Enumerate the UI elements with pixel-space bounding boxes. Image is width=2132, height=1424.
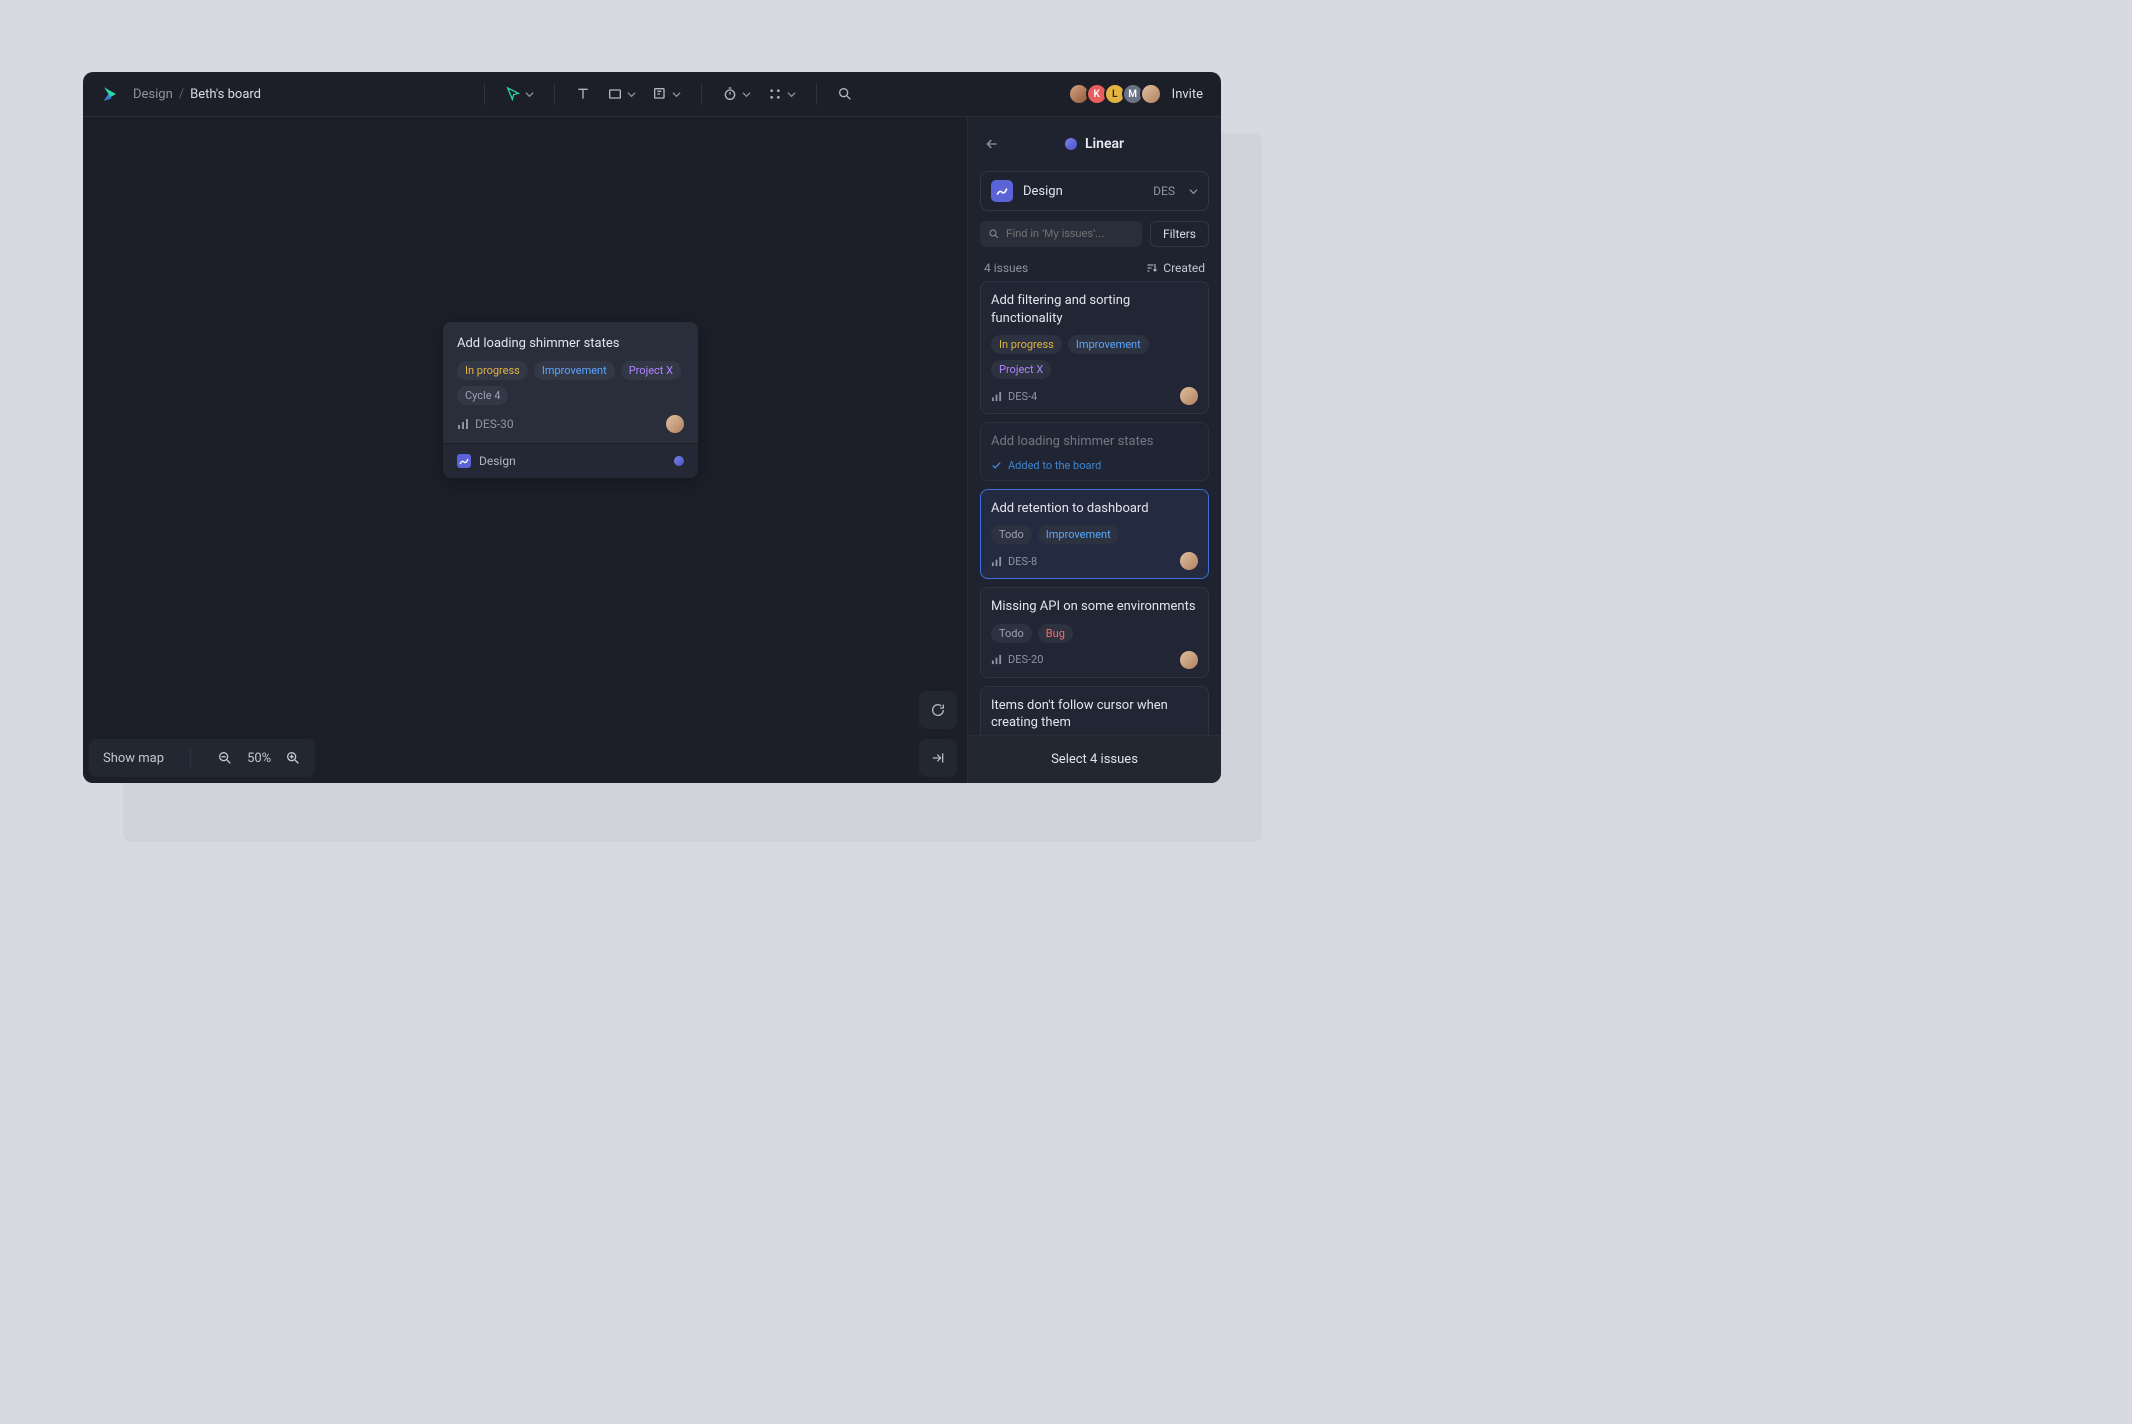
breadcrumb-sep: /	[179, 87, 184, 102]
chevron-down-icon	[787, 90, 796, 99]
tag: Improvement	[534, 361, 615, 380]
chevron-down-icon	[627, 90, 636, 99]
team-icon	[991, 180, 1013, 202]
tag: Project X	[621, 361, 681, 380]
tag: In progress	[457, 361, 528, 380]
issue-key: DES-20	[1008, 653, 1043, 666]
team-selector[interactable]: Design DES	[980, 171, 1209, 211]
issue-meta: DES-20	[991, 651, 1198, 669]
timer-tool[interactable]	[714, 79, 759, 109]
panel-title: Linear	[1065, 136, 1124, 152]
issue-meta: DES-8	[991, 552, 1198, 570]
priority-icon	[991, 556, 1002, 567]
card-team[interactable]: Design	[457, 454, 516, 468]
assignee-avatar[interactable]	[1180, 651, 1198, 669]
cursor-tool[interactable]	[497, 79, 542, 109]
select-issues-button[interactable]: Select 4 issues	[968, 735, 1221, 783]
breadcrumb-parent[interactable]: Design	[133, 87, 173, 102]
back-button[interactable]	[982, 134, 1002, 154]
sort-icon	[1146, 262, 1158, 274]
zoom-out-button[interactable]	[217, 750, 233, 766]
filters-button[interactable]: Filters	[1150, 221, 1209, 247]
tag: Improvement	[1068, 335, 1149, 354]
issue-key: DES-8	[1008, 555, 1037, 568]
assignee-avatar[interactable]	[666, 415, 684, 433]
priority-icon	[457, 418, 469, 430]
tag: Project X	[991, 360, 1051, 379]
issue-title: Items don't follow cursor when creating …	[991, 697, 1198, 732]
linear-icon	[1065, 138, 1077, 150]
priority-icon	[991, 654, 1002, 665]
presence-avatars[interactable]: K L M	[1072, 83, 1162, 105]
issue-title: Add filtering and sorting functionality	[991, 292, 1198, 327]
text-tool[interactable]	[567, 79, 599, 109]
avatar[interactable]	[1140, 83, 1162, 105]
side-panel: Linear Design DES Filters 4 issues Creat…	[967, 117, 1221, 783]
search-input-wrapper[interactable]	[980, 221, 1142, 247]
tag: Todo	[991, 525, 1032, 544]
issue-item[interactable]: Add loading shimmer states Added to the b…	[980, 422, 1209, 481]
chevron-down-icon	[672, 90, 681, 99]
chevron-down-icon	[525, 90, 534, 99]
topbar: Design / Beth's board	[83, 72, 1221, 117]
invite-button[interactable]: Invite	[1172, 87, 1203, 102]
tag: Cycle 4	[457, 386, 508, 405]
show-map-button[interactable]: Show map	[103, 751, 164, 766]
card-key: DES-30	[475, 417, 514, 431]
issue-card[interactable]: Add loading shimmer states In progress Im…	[443, 322, 698, 478]
canvas[interactable]: Add loading shimmer states In progress Im…	[83, 117, 967, 783]
sort-button[interactable]: Created	[1146, 261, 1205, 275]
issue-item[interactable]: Items don't follow cursor when creating …	[980, 686, 1209, 735]
added-indicator: Added to the board	[991, 459, 1198, 472]
team-key: DES	[1153, 184, 1175, 198]
topbar-right: K L M Invite	[1072, 83, 1203, 105]
team-name: Design	[1023, 184, 1143, 199]
shape-tool[interactable]	[599, 79, 644, 109]
breadcrumb[interactable]: Design / Beth's board	[133, 87, 261, 102]
search-icon	[988, 228, 1000, 240]
app-logo-icon	[101, 85, 119, 103]
issue-title: Add loading shimmer states	[991, 433, 1198, 451]
priority-icon	[991, 391, 1002, 402]
zoom-level[interactable]: 50%	[247, 751, 271, 766]
dock-panel-button[interactable]	[919, 739, 957, 777]
zoom-in-button[interactable]	[285, 750, 301, 766]
chevron-down-icon	[1189, 187, 1198, 196]
issue-item[interactable]: Add filtering and sorting functionality I…	[980, 281, 1209, 414]
app-window: Design / Beth's board	[83, 72, 1221, 783]
issue-tags: In progress Improvement Project X	[991, 335, 1198, 379]
tag: Todo	[991, 624, 1032, 643]
refresh-button[interactable]	[919, 691, 957, 729]
issue-tags: Todo Improvement	[991, 525, 1198, 544]
issue-meta: DES-4	[991, 387, 1198, 405]
breadcrumb-current[interactable]: Beth's board	[190, 87, 261, 102]
card-tags: In progress Improvement Project X Cycle 4	[457, 361, 684, 405]
issue-item[interactable]: Missing API on some environments Todo Bug D…	[980, 587, 1209, 678]
panel-header: Linear	[968, 117, 1221, 171]
issues-list: Add filtering and sorting functionality I…	[968, 281, 1221, 735]
card-team-name: Design	[479, 454, 516, 468]
tag: Bug	[1038, 624, 1073, 643]
issue-count: 4 issues	[984, 261, 1028, 275]
canvas-bottom-controls: Show map 50%	[89, 739, 315, 777]
toolbar	[472, 79, 861, 109]
assignee-avatar[interactable]	[1180, 387, 1198, 405]
linear-icon	[674, 456, 684, 466]
assignee-avatar[interactable]	[1180, 552, 1198, 570]
issue-key: DES-4	[1008, 390, 1037, 403]
issue-tags: Todo Bug	[991, 624, 1198, 643]
search-tool[interactable]	[829, 79, 861, 109]
issue-title: Missing API on some environments	[991, 598, 1198, 616]
search-input[interactable]	[1006, 228, 1134, 240]
tag: In progress	[991, 335, 1062, 354]
issue-item[interactable]: Add retention to dashboard Todo Improvemen…	[980, 489, 1209, 580]
apps-tool[interactable]	[759, 79, 804, 109]
note-tool[interactable]	[644, 79, 689, 109]
chevron-down-icon	[742, 90, 751, 99]
card-title: Add loading shimmer states	[457, 336, 684, 351]
team-icon	[457, 454, 471, 468]
issue-title: Add retention to dashboard	[991, 500, 1198, 518]
tag: Improvement	[1038, 525, 1119, 544]
